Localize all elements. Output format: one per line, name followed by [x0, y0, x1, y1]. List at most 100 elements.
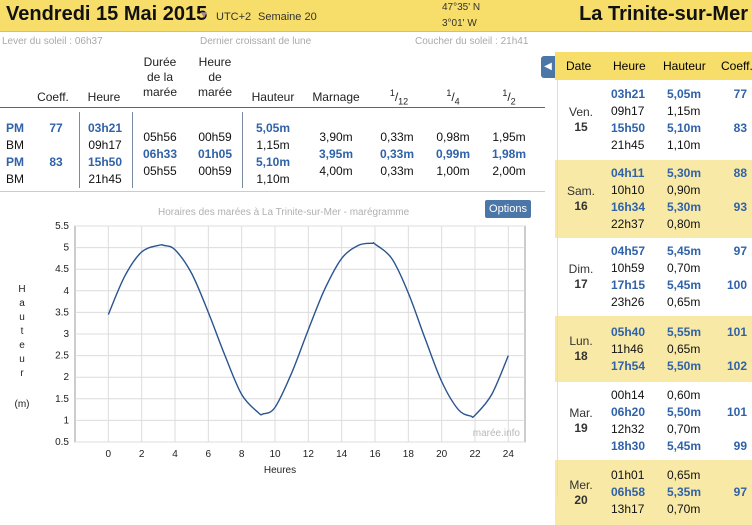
moon-phase-text: Dernier croissant de lune	[200, 36, 312, 47]
side-cell-m: 0,65m	[667, 468, 701, 482]
x-tick-label: 16	[369, 449, 381, 460]
side-header-hauteur: Hauteur	[663, 59, 706, 73]
day-name: Ven.	[568, 105, 594, 119]
column-divider	[132, 112, 133, 188]
side-cell-c: 77	[733, 87, 747, 101]
table-cell-type: BM	[6, 172, 24, 186]
week-panel-header: Date Heure Hauteur Coeff.	[555, 52, 752, 80]
x-tick-label: 14	[336, 449, 348, 460]
table-cell-hauteur: 5,10m	[255, 155, 291, 169]
side-cell-h: 16h34	[611, 200, 646, 214]
y-tick-label: 4.5	[55, 264, 69, 275]
x-tick-label: 8	[239, 449, 245, 460]
day-label: Mer. 20	[555, 478, 607, 508]
side-cell-m: 0,70m	[667, 502, 701, 516]
x-tick-label: 12	[303, 449, 315, 460]
day-block[interactable]: Lun. 18 05h40 5,55m 101 11h46 0,65m 17h54 5,50m 1…	[555, 316, 752, 382]
side-cell-h: 03h21	[611, 87, 646, 101]
side-cell-h: 18h30	[611, 439, 646, 453]
side-cell-m: 1,10m	[667, 138, 701, 152]
table-cell-f12: 0,33m	[380, 164, 414, 178]
side-cell-m: 5,45m	[667, 278, 702, 292]
side-cell-m: 5,10m	[667, 121, 702, 135]
table-cell-type: BM	[6, 138, 24, 152]
side-cell-h: 17h15	[611, 278, 646, 292]
table-cell-hauteur: 5,05m	[255, 121, 291, 135]
y-tick-label: 1.5	[55, 394, 69, 405]
side-cell-h: 17h54	[611, 358, 646, 373]
y-tick-label: 2	[63, 372, 69, 383]
table-cell-f4: 0,98m	[436, 130, 470, 144]
side-cell-m: 5,35m	[667, 485, 702, 499]
side-cell-h: 06h58	[611, 485, 646, 499]
day-label: Mar. 19	[555, 406, 607, 436]
y-axis-label-char: H	[18, 284, 25, 295]
side-cell-c: 101	[726, 405, 747, 419]
column-divider	[242, 112, 243, 188]
day-block[interactable]: Ven. 15 03h21 5,05m 77 09h17 1,15m 15h50 5,10m 83…	[555, 80, 752, 160]
side-cell-h: 23h26	[611, 295, 645, 309]
day-block[interactable]: Mer. 20 01h01 0,65m 06h58 5,35m 97 13h17 0,70m	[555, 460, 752, 525]
side-cell-c: 97	[733, 244, 747, 258]
day-name: Dim.	[568, 262, 594, 276]
table-top-border	[0, 107, 545, 108]
y-tick-label: 1	[63, 415, 69, 426]
sunrise-text: Lever du soleil : 06h37	[2, 36, 103, 47]
day-number: 18	[574, 349, 588, 363]
col-header-heure: Heure	[87, 90, 121, 104]
side-cell-c: 102	[726, 358, 747, 373]
side-cell-m: 5,55m	[667, 324, 702, 339]
table-cell-coeff: 83	[49, 155, 63, 169]
day-name: Mar.	[569, 406, 593, 420]
col-header-quarter: 1/4	[446, 88, 460, 107]
side-cell-m: 0,65m	[667, 341, 701, 356]
table-cell-f2: 1,98m	[491, 147, 527, 161]
side-cell-m: 5,45m	[667, 244, 702, 258]
col-header-duree: Durée de la marée	[142, 55, 177, 99]
side-cell-c: 99	[733, 439, 747, 453]
chevron-down-icon[interactable]: ▼	[199, 10, 209, 21]
x-tick-label: 0	[106, 449, 112, 460]
x-tick-label: 20	[436, 449, 448, 460]
side-cell-c: 101	[726, 324, 747, 339]
table-cell-f2: 2,00m	[492, 164, 526, 178]
y-axis-label-char: u	[19, 312, 25, 323]
col-header-half: 1/2	[502, 88, 516, 107]
side-header-heure: Heure	[613, 59, 646, 73]
table-cell-f2: 1,95m	[492, 130, 526, 144]
side-cell-h: 10h10	[611, 183, 645, 197]
day-label: Lun. 18	[555, 334, 607, 364]
col-header-twelfth: 1/12	[389, 88, 409, 107]
y-axis-unit: (m)	[15, 399, 30, 410]
table-cell-heure: 03h21	[87, 121, 123, 135]
side-cell-h: 15h50	[611, 121, 646, 135]
side-header-coeff: Coeff.	[721, 59, 752, 73]
side-cell-m: 5,30m	[667, 200, 702, 214]
side-cell-h: 21h45	[611, 138, 645, 152]
side-cell-m: 0,65m	[667, 295, 701, 309]
day-block[interactable]: Dim. 17 04h57 5,45m 97 10h59 0,70m 17h15 5,45m 10…	[555, 238, 752, 316]
collapse-panel-button[interactable]: ◀	[541, 56, 555, 78]
x-tick-label: 10	[269, 449, 281, 460]
options-button[interactable]: Options	[485, 200, 531, 218]
latitude: 47°35' N	[442, 2, 481, 13]
table-cell-hauteur: 1,10m	[256, 172, 290, 186]
day-number: 20	[574, 492, 588, 507]
page-date: Vendredi 15 Mai 2015	[6, 3, 208, 25]
day-block[interactable]: Mar. 19 00h14 0,60m 06h20 5,50m 101 12h32 0,70m 1…	[555, 382, 752, 460]
side-cell-m: 0,90m	[667, 183, 701, 197]
day-block[interactable]: Sam. 16 04h11 5,30m 88 10h10 0,90m 16h34 5,30m 93…	[555, 160, 752, 238]
x-axis-label: Heures	[264, 465, 296, 476]
table-cell-marnage: 3,95m	[318, 147, 354, 161]
table-cell-heure_maree: 00h59	[198, 130, 232, 144]
table-cell-f4: 0,99m	[435, 147, 471, 161]
y-axis-label-char: r	[20, 368, 24, 379]
y-tick-label: 5.5	[55, 221, 69, 232]
side-cell-m: 5,45m	[667, 439, 702, 453]
x-tick-label: 22	[469, 449, 481, 460]
day-label: Sam. 16	[555, 184, 607, 214]
day-label: Dim. 17	[555, 262, 607, 292]
table-cell-heure_maree: 01h05	[197, 147, 233, 161]
x-tick-label: 18	[403, 449, 415, 460]
col-header-heure-maree: Heure de marée	[197, 55, 232, 99]
